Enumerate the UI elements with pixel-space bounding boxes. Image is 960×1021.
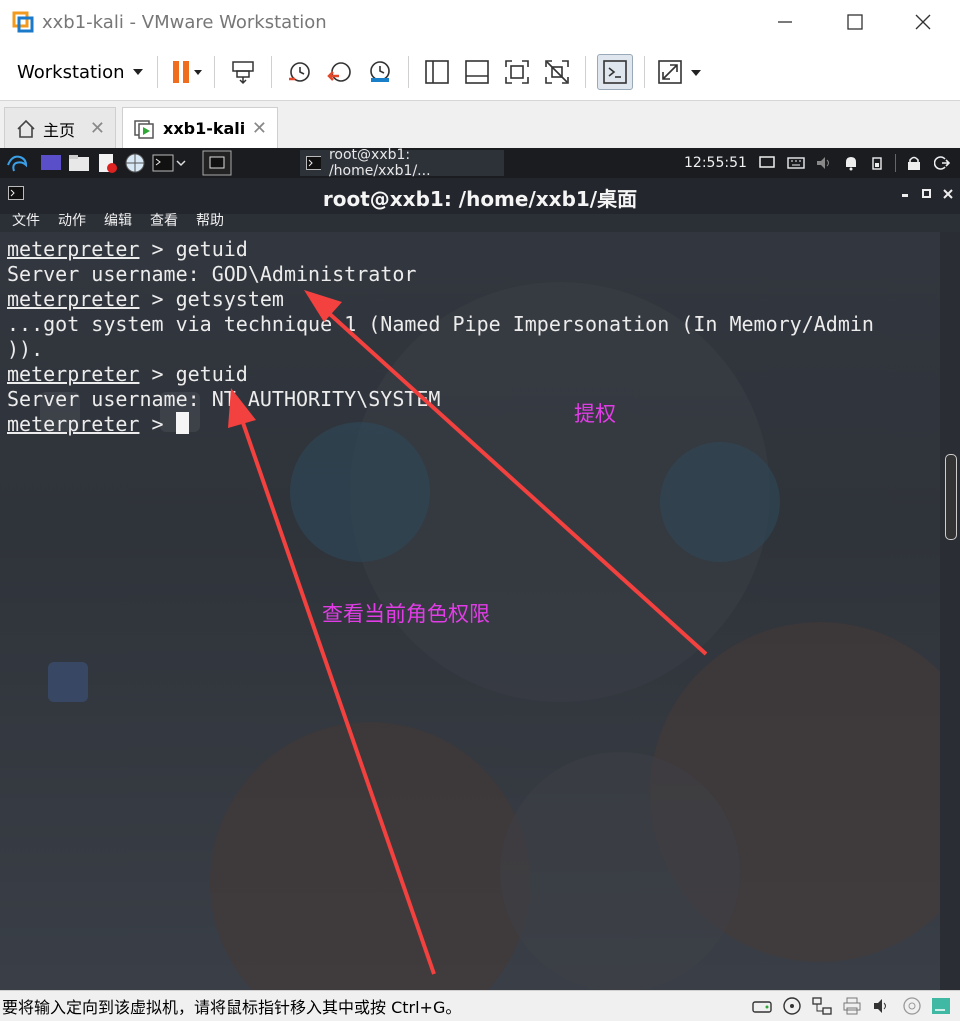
terminal-launcher-icon[interactable]: [152, 153, 174, 173]
snapshot-clock-icon: [288, 62, 310, 82]
pause-vm-button[interactable]: [169, 55, 203, 89]
sidebar-layout-icon: [424, 60, 449, 84]
stretch-icon: [657, 60, 701, 84]
terminal-scrollbar[interactable]: [940, 232, 960, 990]
tab-home-label: 主页: [43, 120, 76, 140]
workspace-icon[interactable]: [202, 150, 232, 176]
terminal-minimize-icon[interactable]: [900, 188, 912, 200]
guest-top-panel: root@xxb1: /home/xxb1/... 12:55:51: [0, 148, 960, 179]
notification-bell-icon[interactable]: [843, 155, 859, 171]
close-button[interactable]: [888, 0, 958, 44]
menu-edit[interactable]: 编辑: [104, 210, 132, 230]
revert-snapshot-icon: [326, 62, 351, 82]
sound-card-icon[interactable]: [870, 994, 894, 1018]
close-tab-icon[interactable]: ✕: [252, 118, 267, 139]
status-bar: 要将输入定向到该虚拟机，请将鼠标指针移入其中或按 Ctrl+G。: [0, 990, 960, 1021]
toolbar: Workstation: [0, 44, 960, 100]
clock-text: 12:55:51: [684, 155, 747, 171]
unity-mode-button[interactable]: [540, 55, 574, 89]
window-title: xxb1-kali - VMware Workstation: [42, 11, 327, 33]
bottom-panel-icon: [464, 60, 489, 84]
panel-divider: [894, 154, 896, 172]
annotation-check-role: 查看当前角色权限: [322, 602, 490, 626]
close-tab-icon[interactable]: ✕: [90, 118, 105, 139]
tab-bar: 主页 ✕ xxb1-kali ✕: [0, 100, 960, 149]
keyboard-send-icon: [231, 61, 254, 85]
tab-vm-label: xxb1-kali: [163, 119, 246, 138]
snapshot-button[interactable]: [283, 55, 317, 89]
taskbar-terminal-item[interactable]: root@xxb1: /home/xxb1/...: [300, 148, 504, 179]
annotation-privilege-escalation: 提权: [574, 402, 616, 426]
unity-disabled-icon: [544, 60, 569, 84]
terminal-menubar: 文件 动作 编辑 查看 帮助: [0, 208, 960, 232]
send-ctrl-alt-del-button[interactable]: [226, 55, 260, 89]
toolbar-divider: [156, 56, 158, 88]
maximize-button[interactable]: [820, 0, 890, 44]
snapshot-manager-button[interactable]: [363, 55, 397, 89]
file-manager-icon[interactable]: [68, 153, 90, 173]
chevron-down-icon[interactable]: [176, 158, 186, 168]
vm-display[interactable]: root@xxb1: /home/xxb1/... 12:55:51 root@…: [0, 148, 960, 990]
pause-icon: [172, 61, 202, 83]
browser-icon[interactable]: [124, 153, 146, 173]
status-message: 要将输入定向到该虚拟机，请将鼠标指针移入其中或按 Ctrl+G。: [2, 998, 462, 1017]
revert-snapshot-button[interactable]: [323, 55, 357, 89]
library-view-button[interactable]: [420, 55, 454, 89]
full-screen-button[interactable]: [500, 55, 534, 89]
logout-icon[interactable]: [933, 155, 950, 171]
taskbar-terminal-label: root@xxb1: /home/xxb1/...: [328, 148, 431, 179]
stretch-mode-button[interactable]: [656, 55, 708, 89]
terminal-maximize-icon[interactable]: [921, 188, 933, 200]
toolbar-divider: [584, 56, 586, 88]
console-icon: [602, 60, 627, 84]
thumbnail-bar-button[interactable]: [460, 55, 494, 89]
toolbar-divider: [213, 56, 215, 88]
tab-vm[interactable]: xxb1-kali ✕: [122, 107, 278, 149]
maximize-icon: [847, 14, 863, 30]
scrollbar-thumb[interactable]: [945, 454, 957, 540]
guest-clock[interactable]: 12:55:51: [684, 148, 950, 178]
hard-disk-icon[interactable]: [750, 994, 774, 1018]
lock-icon[interactable]: [906, 155, 922, 171]
display-icon[interactable]: [759, 156, 775, 170]
text-editor-icon[interactable]: [96, 153, 118, 173]
toolbar-divider: [407, 56, 409, 88]
close-icon: [915, 14, 931, 30]
network-adapter-icon[interactable]: [810, 994, 834, 1018]
volume-icon[interactable]: [815, 156, 833, 170]
workstation-menu-label: Workstation: [17, 61, 125, 83]
menu-help[interactable]: 帮助: [196, 210, 224, 230]
terminal-icon: [306, 156, 321, 170]
device-icons: [750, 994, 954, 1018]
menu-view[interactable]: 查看: [150, 210, 178, 230]
snapshot-manager-icon: [369, 61, 390, 82]
cd-rom-icon[interactable]: [780, 994, 804, 1018]
home-icon: [17, 119, 35, 138]
kali-dragon-icon[interactable]: [6, 153, 28, 173]
menu-actions[interactable]: 动作: [58, 210, 86, 230]
desktop-icon[interactable]: [40, 153, 62, 173]
message-log-icon[interactable]: [930, 994, 954, 1018]
toolbar-divider: [643, 56, 645, 88]
console-view-button[interactable]: [596, 54, 633, 90]
chevron-down-icon: [132, 69, 143, 75]
menu-file[interactable]: 文件: [12, 210, 40, 230]
full-screen-icon: [504, 60, 529, 84]
workstation-menu[interactable]: Workstation: [17, 62, 143, 83]
toolbar-divider: [270, 56, 272, 88]
printer-icon[interactable]: [840, 994, 864, 1018]
vm-running-icon: [134, 119, 154, 139]
battery-icon[interactable]: [871, 155, 883, 171]
arrow-check-role: [228, 388, 436, 975]
keyboard-icon[interactable]: [787, 156, 805, 170]
vmware-logo-icon: [12, 11, 34, 33]
title-bar: xxb1-kali - VMware Workstation: [0, 0, 960, 44]
minimize-icon: [778, 21, 792, 23]
usb-device-icon[interactable]: [900, 994, 924, 1018]
minimize-button[interactable]: [750, 0, 820, 44]
terminal-close-icon[interactable]: [942, 188, 954, 200]
tab-home[interactable]: 主页 ✕: [4, 107, 116, 149]
